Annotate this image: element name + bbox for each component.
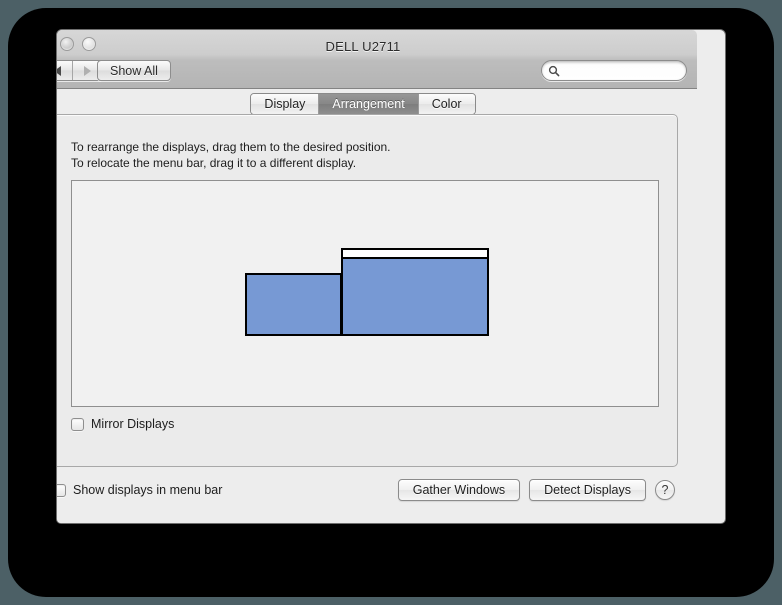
back-button[interactable] [57, 61, 72, 80]
search-input[interactable] [562, 62, 725, 79]
mirror-displays-label: Mirror Displays [91, 417, 175, 431]
detect-displays-button[interactable]: Detect Displays [529, 479, 646, 501]
detect-displays-label: Detect Displays [544, 483, 631, 497]
show-all-button[interactable]: Show All [97, 60, 171, 81]
navigation-buttons [57, 60, 103, 81]
window-title: DELL U2711 [325, 39, 401, 54]
search-icon [548, 65, 560, 77]
bottom-button-group: Gather Windows Detect Displays ? [397, 479, 675, 501]
tab-display-label: Display [264, 97, 306, 111]
tab-group: Display Arrangement Color [250, 93, 476, 115]
tab-arrangement-label: Arrangement [332, 97, 405, 111]
mirror-displays-row[interactable]: Mirror Displays [71, 417, 174, 431]
tab-color-label: Color [431, 97, 462, 111]
display-thumbnail-right[interactable] [341, 248, 489, 336]
show-displays-in-menu-bar-row[interactable]: Show displays in menu bar [57, 483, 223, 497]
arrow-right-icon [84, 65, 91, 76]
tab-arrangement[interactable]: Arrangement [318, 94, 418, 114]
window-titlebar: DELL U2711 Show All [57, 30, 725, 89]
display-arrangement-canvas[interactable] [71, 180, 659, 407]
instructions-line-2: To relocate the menu bar, drag it to a d… [71, 156, 357, 170]
show-displays-in-menu-bar-checkbox[interactable] [57, 483, 66, 497]
tab-color[interactable]: Color [417, 94, 475, 114]
menu-bar-handle[interactable] [343, 250, 487, 259]
bottom-bar: Show displays in menu bar Gather Windows… [57, 472, 697, 523]
help-icon: ? [661, 483, 669, 497]
gather-windows-label: Gather Windows [412, 483, 506, 497]
instructions-line-1: To rearrange the displays, drag them to … [71, 140, 391, 154]
help-button[interactable]: ? [655, 480, 675, 500]
tab-display[interactable]: Display [251, 94, 319, 114]
gather-windows-button[interactable]: Gather Windows [397, 479, 521, 501]
mirror-displays-checkbox[interactable] [71, 417, 84, 431]
instructions-text: To rearrange the displays, drag them to … [71, 139, 391, 171]
show-displays-in-menu-bar-label: Show displays in menu bar [73, 483, 223, 497]
display-thumbnail-left[interactable] [245, 273, 342, 336]
search-field[interactable] [541, 60, 725, 81]
desktop-background: DELL U2711 Show All Display Arrangement … [0, 0, 782, 605]
display-preferences-window: DELL U2711 Show All Display Arrangement … [56, 29, 726, 524]
tab-bar: Display Arrangement Color [57, 93, 697, 115]
window-body: Display Arrangement Color To rearrange t… [57, 89, 697, 523]
arrangement-panel: To rearrange the displays, drag them to … [57, 114, 678, 467]
show-all-label: Show All [110, 63, 158, 78]
arrow-left-icon [57, 65, 61, 76]
